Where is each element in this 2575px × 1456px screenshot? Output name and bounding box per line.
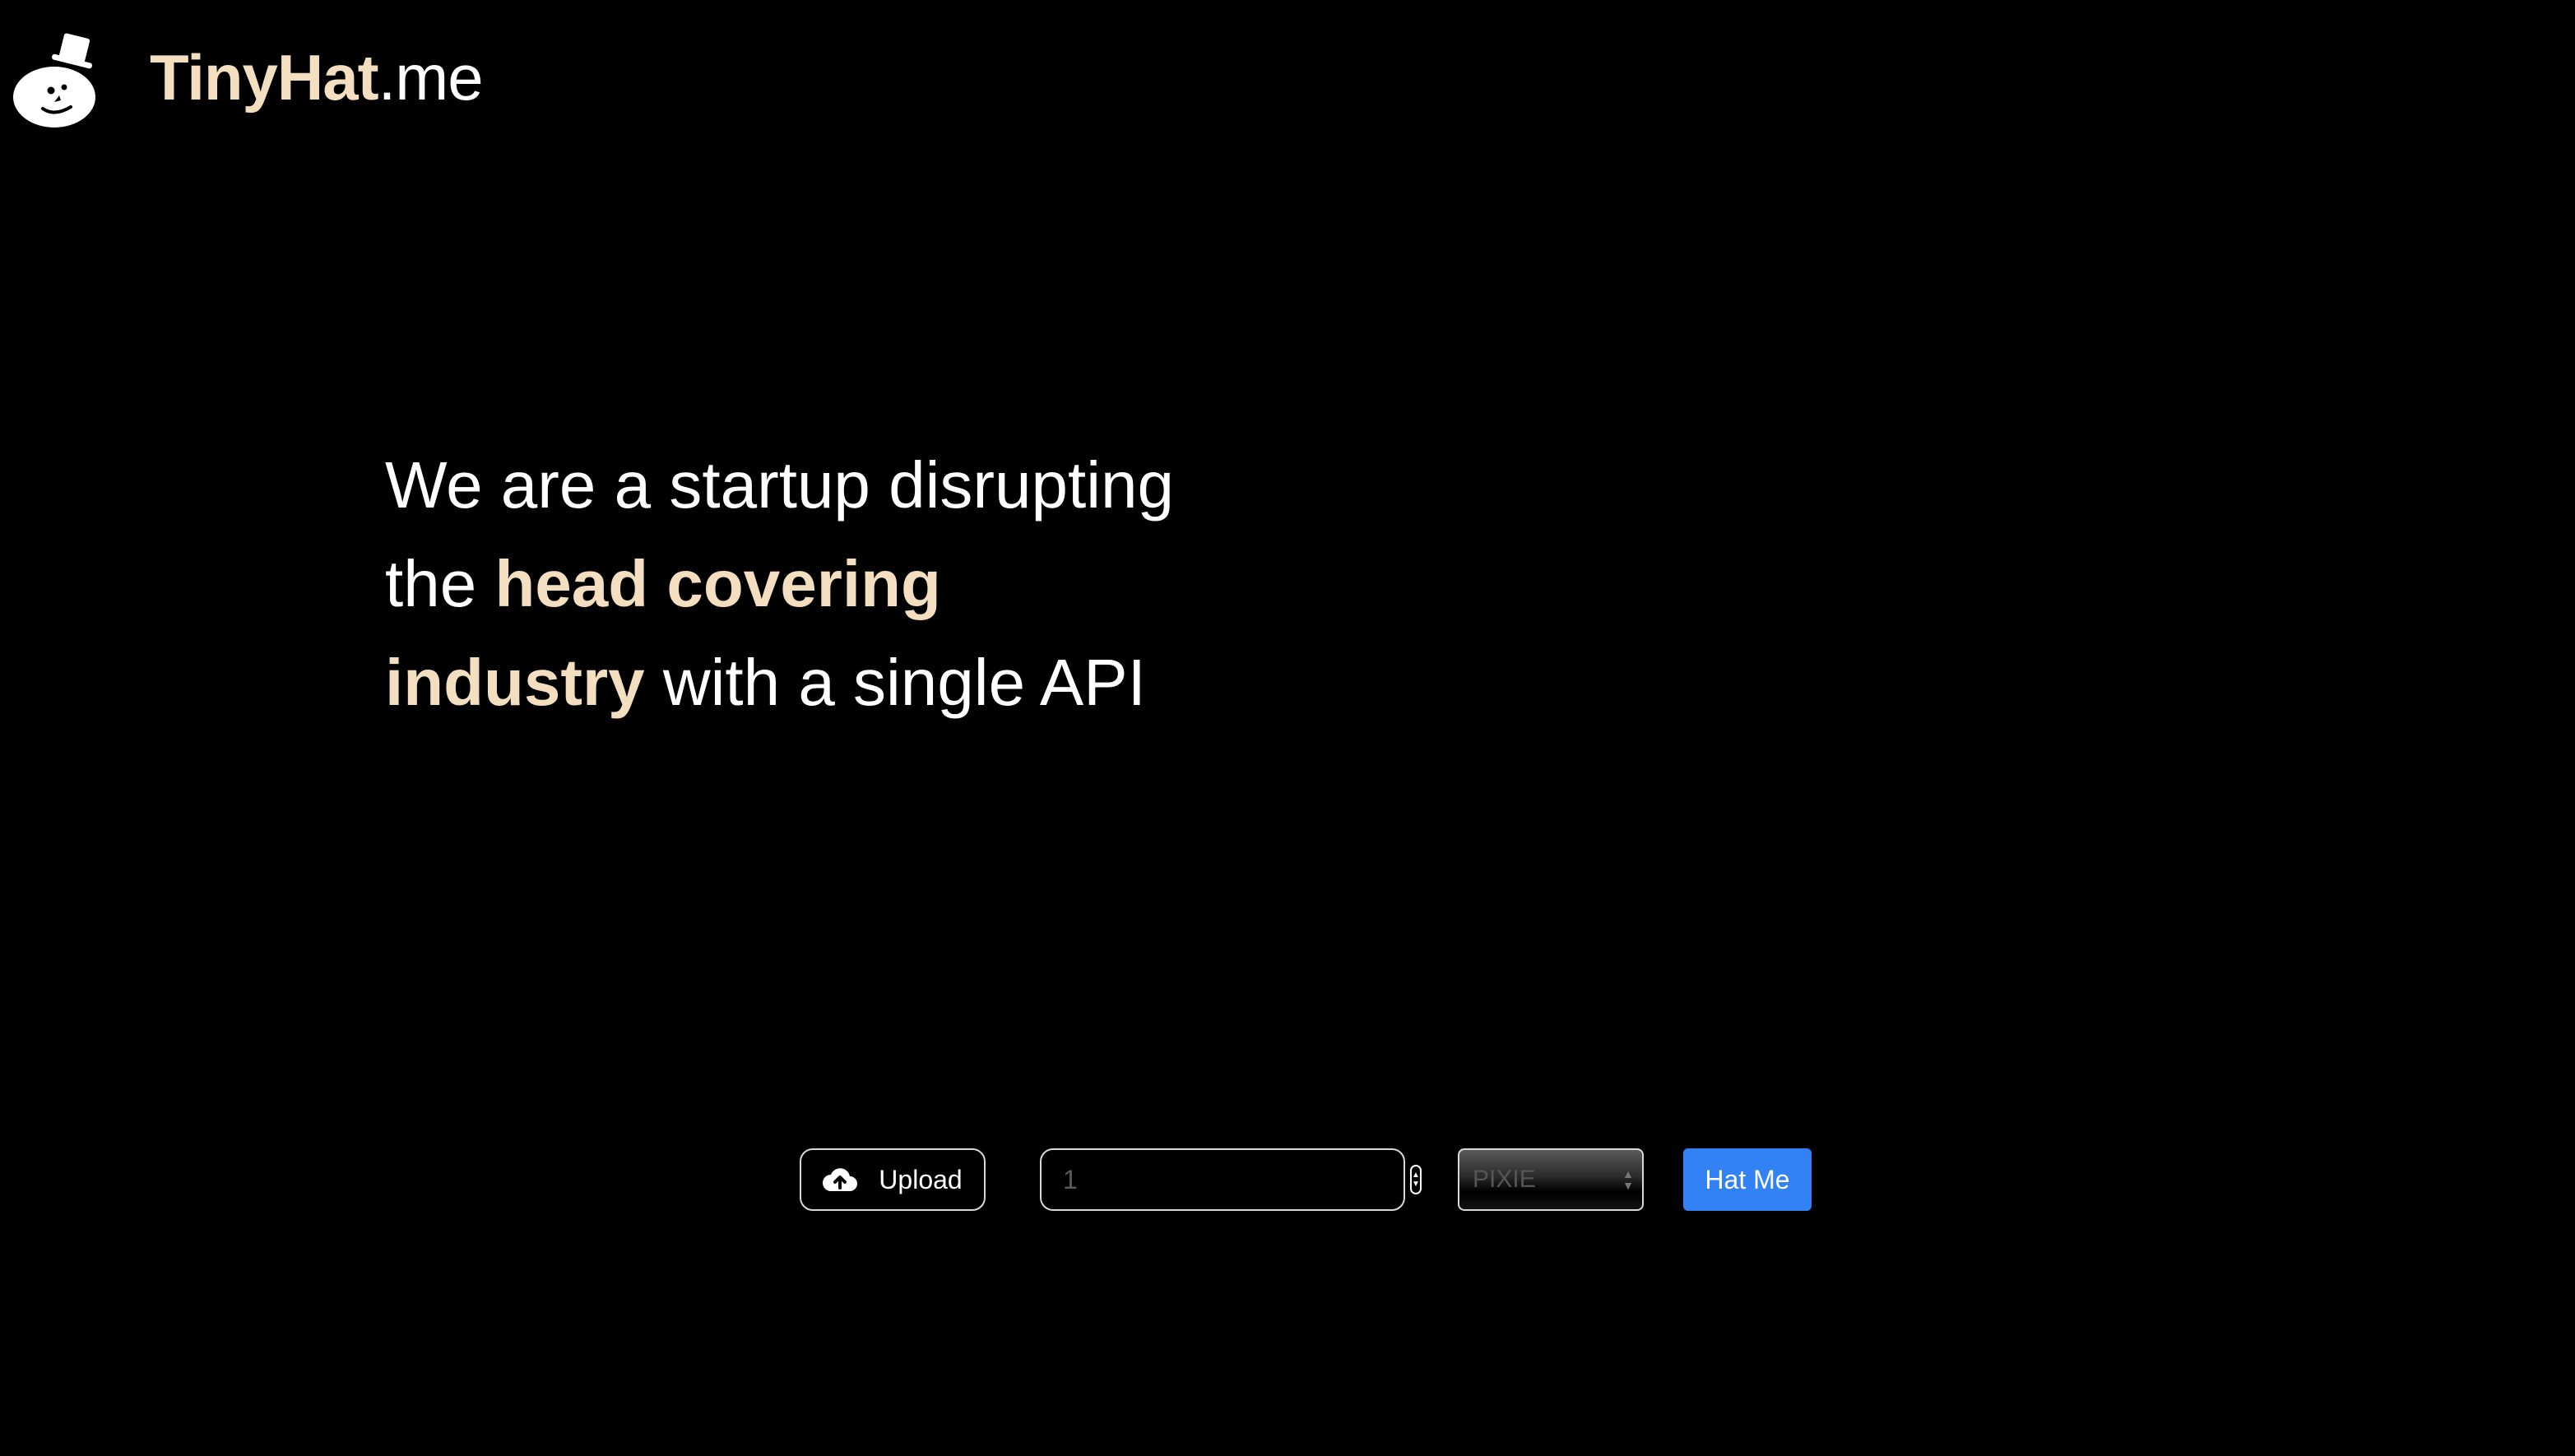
quantity-field[interactable]: ▲ ▼ — [1040, 1148, 1422, 1211]
cloud-upload-icon — [823, 1168, 858, 1191]
stepper-up-icon[interactable]: ▲ — [1412, 1171, 1420, 1180]
brand-title[interactable]: TinyHat.me — [150, 38, 484, 117]
upload-label: Upload — [879, 1164, 963, 1194]
brand-tld: .me — [378, 41, 484, 114]
select-arrows-icon: ▲ ▼ — [1622, 1167, 1634, 1192]
snowman-top-hat-icon — [13, 33, 95, 128]
hero-text-end: with a single API — [644, 646, 1146, 719]
hero-tagline: We are a startup disrupting the head cov… — [385, 436, 1175, 732]
quantity-stepper[interactable]: ▲ ▼ — [1410, 1165, 1422, 1194]
brand-name: TinyHat — [150, 41, 379, 114]
quantity-input[interactable] — [1042, 1154, 1410, 1205]
hat-me-button[interactable]: Hat Me — [1683, 1148, 1812, 1211]
hat-style-selected: PIXIE — [1473, 1166, 1536, 1193]
page: TinyHat.me We are a startup disrupting t… — [0, 0, 2575, 1456]
stepper-down-icon[interactable]: ▼ — [1412, 1180, 1420, 1189]
upload-button[interactable]: Upload — [800, 1148, 986, 1211]
hat-style-select[interactable]: PIXIE ▲ ▼ — [1458, 1148, 1644, 1211]
